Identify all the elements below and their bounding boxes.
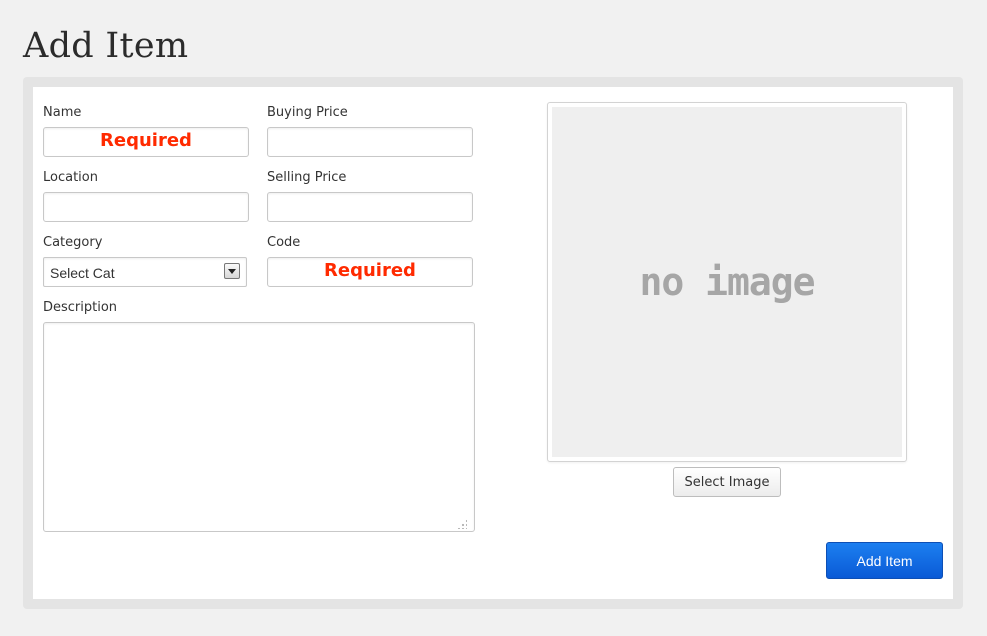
code-input[interactable]	[267, 257, 473, 287]
code-label: Code	[267, 235, 301, 250]
location-input[interactable]	[43, 192, 249, 222]
name-label: Name	[43, 105, 82, 120]
image-placeholder: no image	[552, 107, 902, 457]
page-title: Add Item	[23, 26, 189, 66]
select-image-button[interactable]: Select Image	[673, 467, 781, 497]
category-select[interactable]: Select Cat	[43, 257, 247, 287]
form-panel-body: Name Buying Price Location Selling Price…	[33, 87, 953, 599]
add-item-button[interactable]: Add Item	[826, 542, 943, 579]
description-textarea[interactable]	[43, 322, 475, 532]
form-panel: Name Buying Price Location Selling Price…	[23, 77, 963, 609]
category-label: Category	[43, 235, 103, 250]
name-input[interactable]	[43, 127, 249, 157]
image-preview-frame: no image	[547, 102, 907, 462]
selling-price-input[interactable]	[267, 192, 473, 222]
description-label: Description	[43, 300, 118, 315]
chevron-down-icon[interactable]	[224, 263, 240, 279]
buying-price-input[interactable]	[267, 127, 473, 157]
location-label: Location	[43, 170, 98, 185]
no-image-text: no image	[639, 260, 815, 304]
selling-price-label: Selling Price	[267, 170, 347, 185]
category-select-value: Select Cat	[50, 265, 115, 281]
buying-price-label: Buying Price	[267, 105, 348, 120]
